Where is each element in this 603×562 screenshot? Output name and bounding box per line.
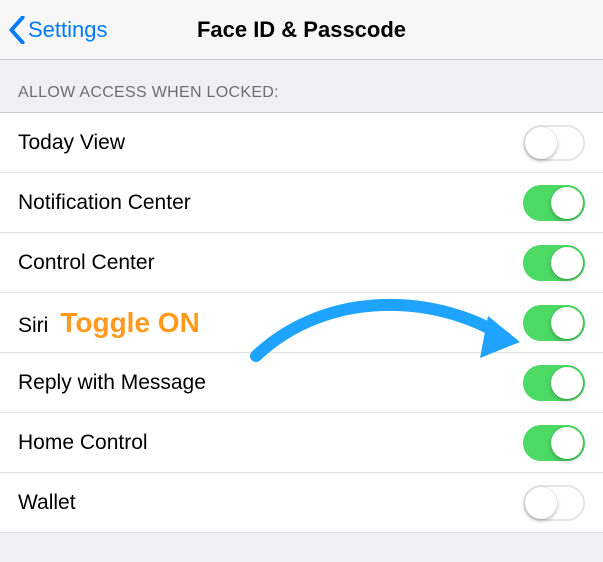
- toggle-home-control[interactable]: [523, 425, 585, 461]
- settings-list: Today View Notification Center Control C…: [0, 112, 603, 533]
- toggle-today-view[interactable]: [523, 125, 585, 161]
- row-home-control: Home Control: [0, 413, 603, 473]
- row-label: Wallet: [18, 491, 76, 515]
- row-label: Control Center: [18, 251, 155, 275]
- row-wallet: Wallet: [0, 473, 603, 533]
- section-header: ALLOW ACCESS WHEN LOCKED:: [0, 60, 603, 112]
- back-button[interactable]: Settings: [8, 16, 108, 44]
- row-label: Notification Center: [18, 191, 191, 215]
- row-control-center: Control Center: [0, 233, 603, 293]
- annotation-text: Toggle ON: [60, 307, 199, 339]
- row-reply-with-message: Reply with Message: [0, 353, 603, 413]
- row-label: Siri: [18, 314, 48, 338]
- back-label: Settings: [28, 17, 108, 43]
- row-label: Today View: [18, 131, 125, 155]
- toggle-reply-with-message[interactable]: [523, 365, 585, 401]
- toggle-notification-center[interactable]: [523, 185, 585, 221]
- row-label: Reply with Message: [18, 371, 206, 395]
- row-siri: Siri Toggle ON: [0, 293, 603, 353]
- toggle-control-center[interactable]: [523, 245, 585, 281]
- row-notification-center: Notification Center: [0, 173, 603, 233]
- row-today-view: Today View: [0, 113, 603, 173]
- toggle-wallet[interactable]: [523, 485, 585, 521]
- chevron-left-icon: [8, 16, 26, 44]
- row-label: Home Control: [18, 431, 148, 455]
- toggle-siri[interactable]: [523, 305, 585, 341]
- nav-bar: Settings Face ID & Passcode: [0, 0, 603, 60]
